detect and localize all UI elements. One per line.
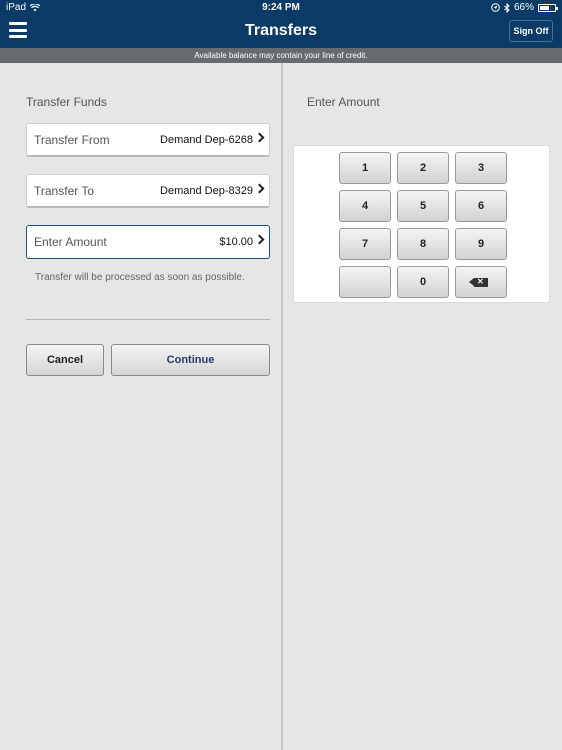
key-9[interactable]: 9	[455, 228, 507, 260]
key-blank[interactable]	[339, 266, 391, 298]
status-right: 66%	[491, 2, 558, 13]
key-3[interactable]: 3	[455, 152, 507, 184]
transfer-from-value: Demand Dep-6268	[160, 134, 253, 146]
transfer-to-label: Transfer To	[34, 184, 95, 198]
transfer-funds-panel: Transfer Funds Transfer From Demand Dep-…	[0, 63, 281, 750]
key-2[interactable]: 2	[397, 152, 449, 184]
backspace-icon: ✕	[469, 277, 488, 287]
transfer-to-field[interactable]: Transfer To Demand Dep-8329	[26, 174, 270, 208]
transfer-from-field[interactable]: Transfer From Demand Dep-6268	[26, 123, 270, 157]
transfer-from-label: Transfer From	[34, 133, 110, 147]
key-4[interactable]: 4	[339, 190, 391, 222]
transfer-funds-title: Transfer Funds	[26, 95, 107, 109]
battery-fill	[540, 5, 550, 10]
chevron-right-icon	[254, 132, 265, 143]
processing-note: Transfer will be processed as soon as po…	[35, 272, 245, 283]
battery-icon	[538, 3, 558, 12]
bluetooth-icon	[504, 2, 510, 13]
cancel-button[interactable]: Cancel	[26, 344, 104, 376]
status-bar: iPad 9:24 PM 66%	[0, 0, 562, 16]
key-1[interactable]: 1	[339, 152, 391, 184]
key-5[interactable]: 5	[397, 190, 449, 222]
nav-bar: Transfers Sign Off	[0, 16, 562, 48]
key-6[interactable]: 6	[455, 190, 507, 222]
key-backspace[interactable]: ✕	[455, 266, 507, 298]
amount-field[interactable]: Enter Amount $10.00	[26, 225, 270, 259]
location-icon	[491, 3, 500, 12]
credit-notice: Available balance may contain your line …	[0, 48, 562, 63]
status-time: 9:24 PM	[262, 2, 300, 13]
chevron-right-icon	[254, 183, 265, 194]
amount-label: Enter Amount	[34, 235, 107, 249]
key-8[interactable]: 8	[397, 228, 449, 260]
chevron-right-icon	[254, 234, 265, 245]
amount-value: $10.00	[219, 236, 253, 248]
enter-amount-title: Enter Amount	[307, 95, 380, 109]
transfer-to-value: Demand Dep-8329	[160, 185, 253, 197]
divider	[26, 319, 270, 320]
key-0[interactable]: 0	[397, 266, 449, 298]
numeric-keypad: 1 2 3 4 5 6 7 8 9 0 ✕	[293, 145, 550, 303]
keypad-panel: Enter Amount 1 2 3 4 5 6 7 8 9 0 ✕	[283, 63, 562, 750]
key-7[interactable]: 7	[339, 228, 391, 260]
page-title: Transfers	[244, 22, 318, 39]
continue-button[interactable]: Continue	[111, 344, 270, 376]
sign-off-button[interactable]: Sign Off	[509, 20, 553, 42]
battery-percent: 66%	[513, 2, 534, 13]
